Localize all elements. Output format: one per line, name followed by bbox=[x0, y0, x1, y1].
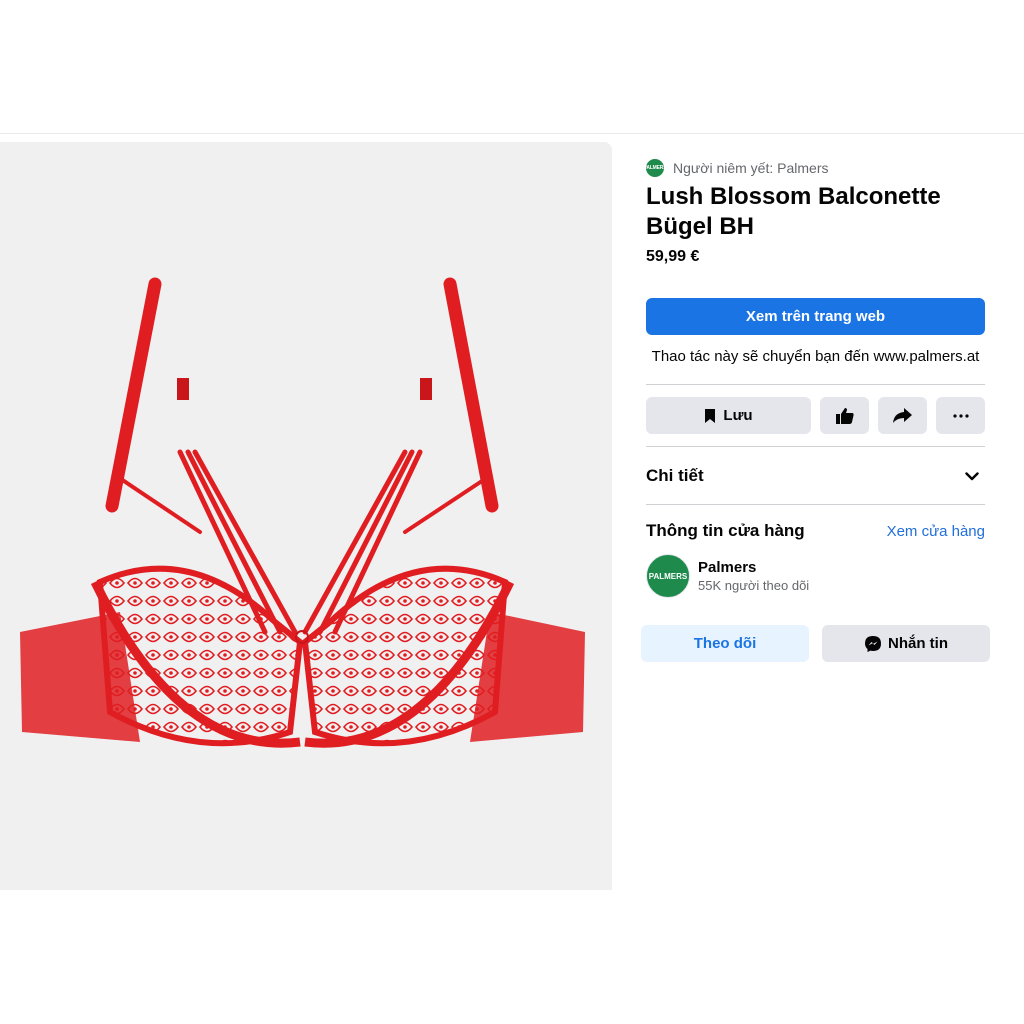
product-price: 59,99 € bbox=[646, 248, 700, 265]
header-divider bbox=[0, 133, 1024, 134]
store-profile[interactable]: PALMERS Palmers 55K người theo dõi bbox=[646, 553, 809, 599]
follow-button[interactable]: Theo dõi bbox=[641, 625, 809, 662]
message-label: Nhắn tin bbox=[888, 635, 948, 652]
message-button[interactable]: Nhắn tin bbox=[822, 625, 990, 662]
product-title: Lush Blossom Balconette Bügel BH bbox=[646, 183, 941, 240]
product-image-panel[interactable] bbox=[0, 142, 612, 890]
red-lace-bra-image bbox=[20, 277, 585, 748]
share-button[interactable] bbox=[878, 397, 927, 434]
store-info-heading: Thông tin cửa hàng bbox=[646, 521, 805, 540]
share-arrow-icon bbox=[893, 408, 912, 423]
save-button[interactable]: Lưu bbox=[646, 397, 811, 434]
thumbs-up-icon bbox=[835, 407, 854, 424]
like-button[interactable] bbox=[820, 397, 869, 434]
divider bbox=[646, 504, 985, 505]
view-store-link[interactable]: Xem cửa hàng bbox=[887, 523, 985, 540]
seller-logo[interactable]: PALMERS bbox=[644, 159, 667, 177]
save-label: Lưu bbox=[723, 407, 753, 424]
messenger-icon bbox=[864, 635, 882, 653]
store-avatar[interactable]: PALMERS bbox=[646, 554, 690, 598]
view-on-website-button[interactable]: Xem trên trang web bbox=[646, 298, 985, 335]
details-toggle[interactable]: Chi tiết bbox=[646, 458, 985, 494]
more-options-button[interactable] bbox=[936, 397, 985, 434]
store-name[interactable]: Palmers bbox=[698, 558, 809, 577]
listed-by-text[interactable]: Người niêm yết: Palmers bbox=[673, 160, 828, 176]
chevron-down-icon bbox=[965, 471, 979, 481]
more-dots-icon bbox=[952, 413, 969, 418]
redirect-note: Thao tác này sẽ chuyển bạn đến www.palme… bbox=[651, 348, 980, 365]
details-label: Chi tiết bbox=[646, 466, 704, 485]
divider bbox=[646, 446, 985, 447]
store-followers: 55K người theo dõi bbox=[698, 577, 810, 593]
store-info-header: Thông tin cửa hàng Xem cửa hàng bbox=[646, 518, 985, 544]
divider bbox=[646, 384, 985, 385]
bookmark-icon bbox=[704, 408, 716, 424]
seller-line: PALMERS Người niêm yết: Palmers bbox=[644, 158, 828, 178]
